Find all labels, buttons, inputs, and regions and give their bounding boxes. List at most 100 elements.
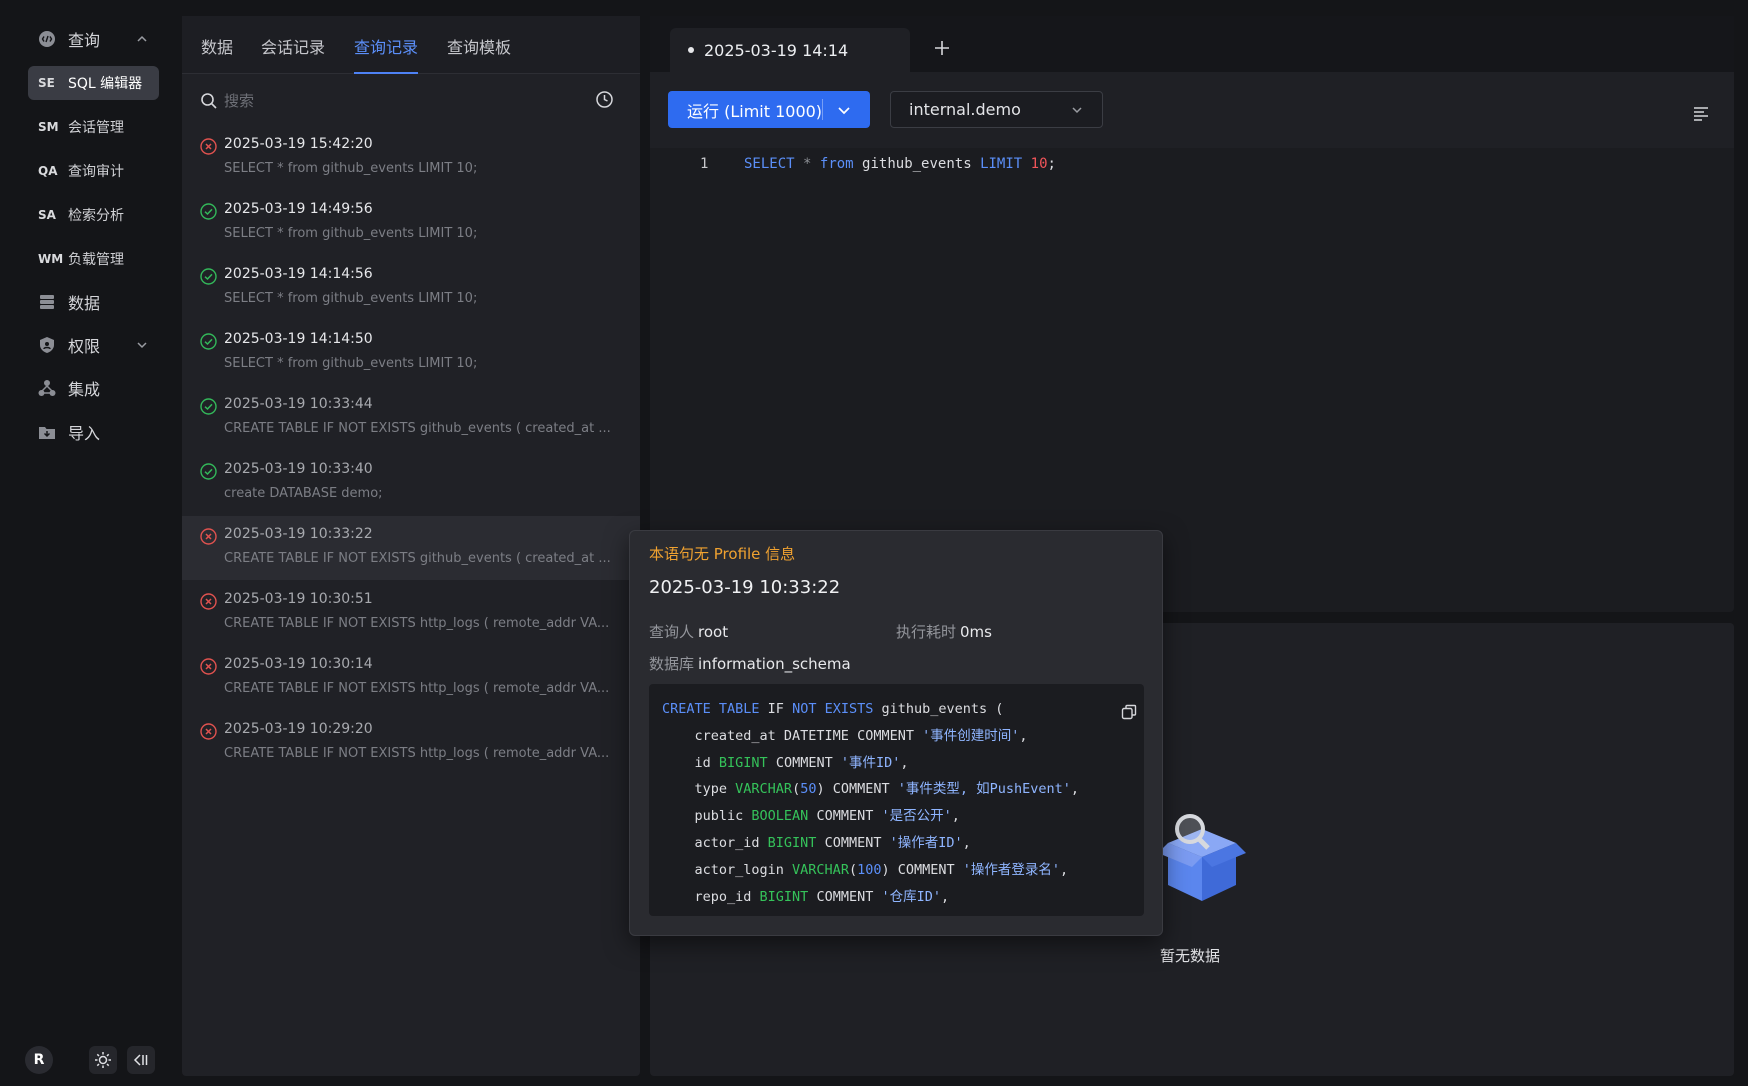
copy-icon[interactable] <box>1121 704 1137 720</box>
query-duration-value: 0ms <box>960 623 992 641</box>
nav-query[interactable]: 查询 <box>28 22 159 56</box>
sql-token: actor_login <box>662 861 793 878</box>
sql-token: github_events ( <box>873 701 1004 717</box>
database-select[interactable]: internal.demo <box>890 91 1103 128</box>
nav-sql-editor-label: SQL 编辑器 <box>68 76 143 92</box>
avatar[interactable]: R <box>25 1046 53 1074</box>
history-item-sql: CREATE TABLE IF NOT EXISTS github_events… <box>224 421 611 436</box>
editor-toolbar: 运行 (Limit 1000) internal.demo <box>650 72 1734 148</box>
editor-tab[interactable]: 2025-03-19 14:14 <box>670 28 910 72</box>
nav-search-analysis[interactable]: SA 检索分析 <box>28 198 159 232</box>
history-item-time: 2025-03-19 10:33:40 <box>224 461 373 477</box>
history-item-time: 2025-03-19 10:33:22 <box>224 526 373 542</box>
empty-data-text: 暂无数据 <box>1160 947 1221 965</box>
collapse-sidebar-button[interactable] <box>127 1046 155 1074</box>
run-button[interactable]: 运行 (Limit 1000) <box>668 91 870 128</box>
sql-token: '事件创建时间' <box>922 727 1020 744</box>
nav-sql-editor[interactable]: SE SQL 编辑器 <box>28 66 159 100</box>
sql-token: '仓库ID' <box>881 888 941 905</box>
tab-data[interactable]: 数据 <box>201 34 233 74</box>
success-check-icon <box>200 203 217 220</box>
error-x-icon <box>200 593 217 610</box>
nav-integration-label: 集成 <box>68 380 101 399</box>
sql-token: , <box>900 754 909 771</box>
history-item[interactable]: 2025-03-19 15:42:20 SELECT * from github_… <box>182 126 640 190</box>
tab-session-records[interactable]: 会话记录 <box>261 34 325 74</box>
nav-data[interactable]: 数据 <box>28 285 159 319</box>
sql-token: ) COMMENT <box>816 781 898 798</box>
history-item[interactable]: 2025-03-19 10:33:44 CREATE TABLE IF NOT E… <box>182 386 640 450</box>
sql-token: public <box>662 808 752 825</box>
nav-workload-management-label: 负载管理 <box>68 252 124 268</box>
query-database-value: information_schema <box>698 655 851 673</box>
search-input[interactable] <box>224 88 554 114</box>
history-item[interactable]: 2025-03-19 14:14:50 SELECT * from github_… <box>182 321 640 385</box>
code-semicolon: ; <box>1047 156 1056 172</box>
tab-query-history[interactable]: 查询记录 <box>354 34 419 74</box>
sql-token: , <box>1070 781 1080 798</box>
sql-token: type <box>662 781 736 798</box>
sql-token: repo_id <box>662 888 760 905</box>
sql-token: '事件ID' <box>840 754 901 771</box>
history-item-sql: SELECT * from github_events LIMIT 10; <box>224 356 478 371</box>
query-database: 数据库 information_schema <box>649 653 851 674</box>
sql-token: BOOLEAN <box>751 808 809 825</box>
history-item-sql: CREATE TABLE IF NOT EXISTS http_logs ( r… <box>224 681 610 696</box>
sql-token: , <box>962 834 971 851</box>
search-icon <box>201 93 217 109</box>
history-item[interactable]: 2025-03-19 10:29:20 CREATE TABLE IF NOT E… <box>182 711 640 775</box>
sql-token: VARCHAR <box>792 861 849 878</box>
tab-query-templates[interactable]: 查询模板 <box>447 34 511 74</box>
add-tab-icon[interactable] <box>932 38 952 58</box>
theme-toggle-button[interactable] <box>89 1046 117 1074</box>
history-item-time: 2025-03-19 10:33:44 <box>224 396 373 412</box>
nav-session-management-abbr: SM <box>38 120 59 134</box>
history-item-sql: CREATE TABLE IF NOT EXISTS http_logs ( r… <box>224 746 610 761</box>
sql-token: CREATE TABLE <box>662 701 760 717</box>
sql-token: BIGINT <box>767 834 817 851</box>
history-item[interactable]: 2025-03-19 10:30:51 CREATE TABLE IF NOT E… <box>182 581 640 645</box>
sql-token: VARCHAR <box>735 781 793 798</box>
nav-query-audit-abbr: QA <box>38 164 58 178</box>
code-table-name: github_events <box>862 156 972 172</box>
run-button-divider <box>822 99 823 120</box>
sql-token: IF <box>759 701 793 717</box>
nav-permission[interactable]: 权限 <box>28 328 159 362</box>
integration-icon <box>38 379 56 397</box>
sql-editor-panel: 2025-03-19 14:14 运行 (Limit 1000) interna… <box>650 16 1734 612</box>
history-item[interactable]: 2025-03-19 14:14:56 SELECT * from github_… <box>182 256 640 320</box>
format-lines-icon[interactable] <box>1692 105 1710 123</box>
nav-import[interactable]: 导入 <box>28 415 159 449</box>
editor-tab-title: 2025-03-19 14:14 <box>704 40 849 60</box>
collapse-left-icon <box>133 1054 148 1066</box>
history-item[interactable]: 2025-03-19 10:33:22 CREATE TABLE IF NOT E… <box>182 516 640 580</box>
history-item[interactable]: 2025-03-19 10:30:14 CREATE TABLE IF NOT E… <box>182 646 640 710</box>
code-star: * <box>803 156 812 172</box>
sun-icon <box>95 1052 111 1068</box>
history-item-time: 2025-03-19 14:49:56 <box>224 201 373 217</box>
chevron-up-icon <box>137 35 147 42</box>
history-item-time: 2025-03-19 10:29:20 <box>224 721 373 737</box>
sql-token: , <box>941 888 950 905</box>
nav-workload-management[interactable]: WM 负载管理 <box>28 242 159 276</box>
nav-session-management[interactable]: SM 会话管理 <box>28 110 159 144</box>
history-item[interactable]: 2025-03-19 10:33:40 create DATABASE demo; <box>182 451 640 515</box>
code-keyword-limit: LIMIT <box>980 156 1023 172</box>
history-search <box>182 80 640 120</box>
line-number: 1 <box>700 156 709 172</box>
history-item-time: 2025-03-19 10:30:51 <box>224 591 373 607</box>
nav-query-audit[interactable]: QA 查询审计 <box>28 154 159 188</box>
sql-token: 50 <box>800 781 817 798</box>
clock-icon[interactable] <box>595 90 614 109</box>
query-user: 查询人 root <box>649 621 728 642</box>
sql-token: BIGINT <box>759 888 809 905</box>
shield-icon <box>38 336 56 354</box>
query-icon <box>38 30 56 48</box>
history-item[interactable]: 2025-03-19 14:49:56 SELECT * from github_… <box>182 191 640 255</box>
chevron-down-icon[interactable] <box>836 102 852 118</box>
nav-integration[interactable]: 集成 <box>28 371 159 405</box>
sql-token: '操作者登录名' <box>962 861 1061 878</box>
nav-search-analysis-label: 检索分析 <box>68 208 124 224</box>
popover-time: 2025-03-19 10:33:22 <box>649 577 841 598</box>
success-check-icon <box>200 463 217 480</box>
